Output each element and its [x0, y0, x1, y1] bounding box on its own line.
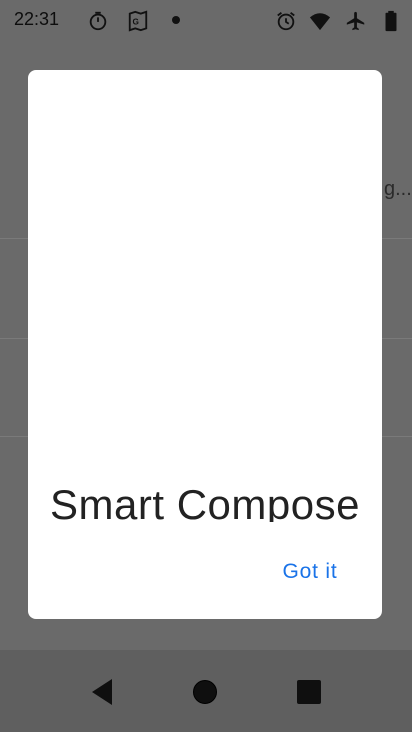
- recents-icon: [297, 680, 321, 704]
- notification-dot-icon: [172, 16, 180, 24]
- wifi-icon: [309, 13, 331, 31]
- home-icon: [193, 680, 217, 704]
- dialog-title: Smart Compose: [50, 481, 360, 522]
- smart-compose-dialog: Smart Compose Got it: [28, 70, 382, 619]
- background-text: g...: [384, 178, 412, 200]
- status-bar: 22:31 G: [0, 0, 412, 44]
- maps-icon: G: [128, 10, 148, 32]
- clock: 22:31: [14, 9, 60, 29]
- svg-text:G: G: [133, 18, 139, 27]
- back-button[interactable]: [82, 672, 122, 712]
- recents-button[interactable]: [289, 672, 329, 712]
- got-it-button[interactable]: Got it: [268, 552, 352, 592]
- timer-icon: [89, 11, 107, 31]
- home-button[interactable]: [185, 672, 225, 712]
- alarm-icon: [277, 12, 295, 31]
- navigation-bar: [0, 650, 412, 732]
- back-icon: [92, 679, 112, 705]
- airplane-mode-icon: [346, 11, 365, 31]
- battery-icon: [385, 10, 397, 32]
